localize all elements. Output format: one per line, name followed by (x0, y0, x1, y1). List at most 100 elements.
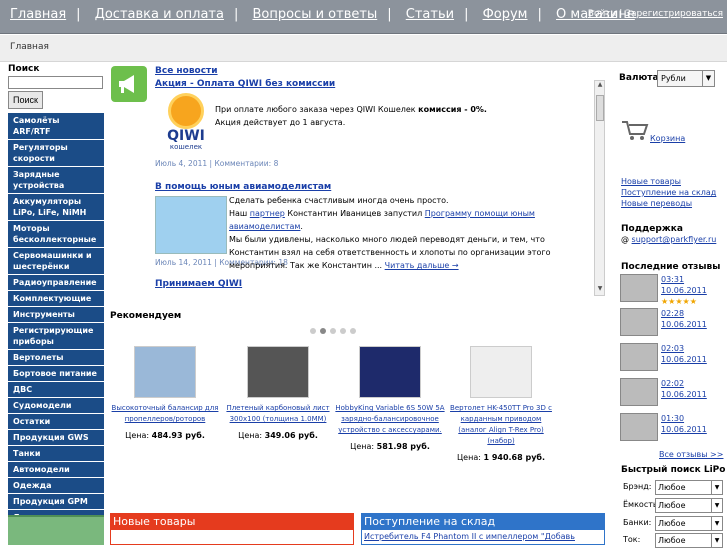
product-image[interactable] (134, 346, 196, 398)
carousel-dots (310, 327, 360, 337)
cells-select[interactable]: Любое ▼ (655, 516, 723, 531)
product-price: 484.93 руб. (151, 431, 205, 440)
review-image[interactable] (620, 343, 658, 371)
cart-link[interactable]: Корзина (650, 134, 685, 143)
news-image[interactable] (155, 196, 227, 254)
news-title-link[interactable]: Принимаем QIWI (155, 279, 242, 289)
filter-label: Ток: (623, 535, 641, 544)
category-item[interactable]: Танки (8, 446, 104, 462)
review-date[interactable]: 10.06.2011 (661, 355, 707, 364)
review-time[interactable]: 03:31 (661, 275, 684, 284)
review-date[interactable]: 10.06.2011 (661, 286, 707, 295)
rating-stars: ★★★★★ (661, 297, 697, 306)
review-image[interactable] (620, 274, 658, 302)
product-link[interactable]: Плетеный карбоновый лист 300x100 (толщин… (223, 403, 333, 425)
carousel-dot[interactable] (310, 328, 316, 334)
category-item[interactable]: Судомодели (8, 398, 104, 414)
product-image[interactable] (470, 346, 532, 398)
product-image[interactable] (359, 346, 421, 398)
product-card: Высокоточный балансир для пропеллеров/ро… (110, 346, 220, 440)
nav-separator: | (537, 7, 542, 22)
current-select[interactable]: Любое ▼ (655, 533, 723, 548)
news-title-link[interactable]: В помощь юным авиамоделистам (155, 182, 331, 192)
news-meta: Июль 4, 2011 | Комментарии: 8 (155, 159, 279, 168)
review-time[interactable]: 02:02 (661, 379, 684, 388)
sidebar-link-translations[interactable]: Новые переводы (621, 199, 692, 208)
sidebar-link-new-goods[interactable]: Новые товары (621, 177, 681, 186)
review-time[interactable]: 02:03 (661, 344, 684, 353)
category-item[interactable]: Сервомашинки и шестерёнки (8, 248, 104, 275)
category-item[interactable]: Продукция GWS (8, 430, 104, 446)
nav-forum-link[interactable]: Форум (483, 7, 528, 22)
select-value: Любое (658, 519, 686, 528)
product-price: 1 940.68 руб. (483, 453, 546, 462)
qiwi-logo[interactable]: QIWI кошелек (159, 93, 213, 155)
category-item[interactable]: Самолёты ARF/RTF (8, 113, 104, 140)
news-text: Константин Иваницев запустил (284, 209, 425, 218)
lipo-filter-row: Банки: Любое ▼ (623, 516, 723, 531)
news-title-link[interactable]: Акция - Оплата QIWI без комиссии (155, 79, 335, 89)
review-time[interactable]: 01:30 (661, 414, 684, 423)
arrival-title: Поступление на склад (362, 514, 604, 530)
news-text: Наш (229, 209, 250, 218)
search-input[interactable] (8, 76, 103, 89)
nav-home-link[interactable]: Главная (10, 7, 66, 22)
category-item[interactable]: Одежда (8, 478, 104, 494)
nav-delivery-link[interactable]: Доставка и оплата (95, 7, 224, 22)
brand-select[interactable]: Любое ▼ (655, 480, 723, 495)
sidebar-link-arrival[interactable]: Поступление на склад (621, 188, 716, 197)
carousel-dot[interactable] (330, 328, 336, 334)
category-item[interactable]: Регистрирующие приборы (8, 323, 104, 350)
partner-link[interactable]: партнер (250, 209, 285, 218)
lipo-filter-row: Ток: Любое ▼ (623, 533, 723, 548)
register-link[interactable]: Зарегистрироваться (625, 9, 723, 19)
category-item[interactable]: ДВС (8, 382, 104, 398)
review-image[interactable] (620, 378, 658, 406)
review-date[interactable]: 10.06.2011 (661, 320, 707, 329)
category-item[interactable]: Зарядные устройства (8, 167, 104, 194)
category-item[interactable]: Радиоуправление (8, 275, 104, 291)
news-scrollbar[interactable]: ▲ ▼ (594, 80, 605, 296)
search-button[interactable]: Поиск (8, 91, 43, 109)
cart-icon[interactable] (621, 120, 649, 145)
category-item[interactable]: Регуляторы скорости (8, 140, 104, 167)
all-news-link[interactable]: Все новости (155, 66, 218, 76)
product-link[interactable]: Вертолет HK-450TT Pro 3D с карданным при… (446, 403, 556, 447)
carousel-dot[interactable] (340, 328, 346, 334)
scroll-thumb[interactable] (596, 95, 604, 121)
nav-articles-link[interactable]: Статьи (406, 7, 454, 22)
category-item[interactable]: Инструменты (8, 307, 104, 323)
category-item[interactable]: Аккумуляторы LiPo, LiFe, NiMH (8, 194, 104, 221)
review-date[interactable]: 10.06.2011 (661, 425, 707, 434)
read-more-link[interactable]: Читать дальше → (385, 261, 459, 270)
login-link[interactable]: Войти (588, 9, 617, 19)
currency-select[interactable]: Рубли ▼ (657, 70, 715, 87)
product-image[interactable] (247, 346, 309, 398)
review-date[interactable]: 10.06.2011 (661, 390, 707, 399)
review-time[interactable]: 02:28 (661, 309, 684, 318)
support-email-link[interactable]: support@parkflyer.ru (632, 235, 717, 244)
category-item[interactable]: Автомодели (8, 462, 104, 478)
all-reviews-link[interactable]: Все отзывы >> (659, 450, 723, 459)
scroll-down-icon[interactable]: ▼ (596, 285, 604, 295)
carousel-dot-active[interactable] (320, 328, 326, 334)
category-item[interactable]: Комплектующие (8, 291, 104, 307)
arrival-item-link[interactable]: Истребитель F4 Phantom II с импеллером "… (364, 532, 575, 541)
qiwi-logo-sub: кошелек (169, 143, 203, 151)
product-link[interactable]: HobbyKing Variable 6S 50W 5A зарядно-бал… (335, 403, 445, 436)
news-item: В помощь юным авиамоделистам Сделать реб… (155, 182, 605, 270)
left-banner[interactable] (8, 515, 104, 545)
category-item[interactable]: Остатки (8, 414, 104, 430)
capacity-select[interactable]: Любое ▼ (655, 498, 723, 513)
category-item[interactable]: Продукция GPM (8, 494, 104, 510)
scroll-up-icon[interactable]: ▲ (596, 81, 604, 91)
category-item[interactable]: Бортовое питание (8, 366, 104, 382)
nav-faq-link[interactable]: Вопросы и ответы (252, 7, 377, 22)
category-item[interactable]: Моторы бесколлекторные (8, 221, 104, 248)
review-image[interactable] (620, 413, 658, 441)
category-item[interactable]: Вертолеты (8, 350, 104, 366)
carousel-dot[interactable] (350, 328, 356, 334)
product-link[interactable]: Высокоточный балансир для пропеллеров/ро… (110, 403, 220, 425)
select-value: Любое (658, 536, 686, 545)
review-image[interactable] (620, 308, 658, 336)
